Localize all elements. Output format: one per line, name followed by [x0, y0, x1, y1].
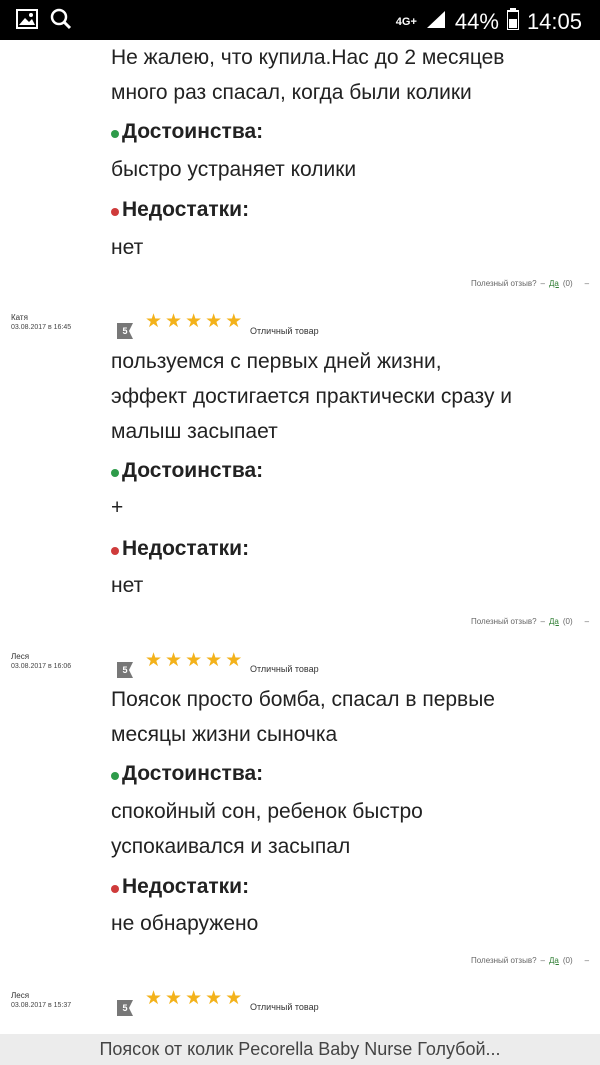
rating-stars: ★ ★ ★ ★ ★ — [145, 988, 243, 1009]
cons-text: нет — [111, 236, 144, 259]
pros-heading: Достоинства: — [111, 762, 263, 786]
image-icon — [16, 9, 38, 34]
star-icon: ★ — [165, 650, 183, 671]
rating-label: Отличный товар — [250, 326, 319, 336]
helpful-yes-link[interactable]: Да — [549, 279, 559, 288]
cons-dot-icon — [111, 207, 119, 216]
helpful-row: Полезный отзыв? – Да (0) – — [471, 956, 590, 965]
rating-label: Отличный товар — [250, 1002, 319, 1012]
star-icon: ★ — [145, 988, 163, 1009]
clock: 14:05 — [526, 9, 582, 34]
star-icon: ★ — [165, 988, 183, 1009]
helpful-yes-link[interactable]: Да — [549, 956, 559, 965]
rating-label: Отличный товар — [250, 664, 319, 674]
review-author: Катя 03.08.2017 в 16:45 — [11, 313, 72, 331]
pros-text: быстро устраняет колики — [111, 158, 357, 181]
battery-percent: 44% — [454, 9, 499, 34]
pros-heading: Достоинства: — [111, 459, 263, 483]
star-icon: ★ — [205, 988, 223, 1009]
pros-text: спокойный сон, ребенок быстро успокаивал… — [111, 800, 423, 858]
cons-dot-icon — [111, 884, 119, 893]
helpful-row: Полезный отзыв? – Да (0) – — [471, 279, 590, 288]
rating-badge: 5 — [117, 662, 133, 678]
star-icon: ★ — [205, 311, 223, 332]
pros-dot-icon — [111, 771, 119, 780]
rating-badge: 5 — [117, 1000, 133, 1016]
battery-icon — [505, 8, 520, 36]
pros-text: + — [111, 496, 124, 519]
helpful-row: Полезный отзыв? – Да (0) – — [471, 617, 590, 626]
star-icon: ★ — [205, 650, 223, 671]
search-icon[interactable] — [50, 8, 72, 35]
rating-stars: ★ ★ ★ ★ ★ — [145, 650, 243, 671]
rating-stars: ★ ★ ★ ★ ★ — [145, 311, 243, 332]
signal-icon — [425, 9, 447, 35]
pros-dot-icon — [111, 468, 119, 477]
review-text: Поясок просто бомба, спасал в первые мес… — [111, 688, 495, 746]
star-icon: ★ — [145, 311, 163, 332]
network-type: 4G+ — [395, 16, 417, 28]
cons-dot-icon — [111, 546, 119, 555]
product-title-bar[interactable]: Поясок от колик Pecorella Baby Nurse Гол… — [0, 1034, 600, 1065]
star-icon: ★ — [145, 650, 163, 671]
cons-text: нет — [111, 574, 144, 597]
pros-heading: Достоинства: — [111, 120, 263, 144]
pros-dot-icon — [111, 129, 119, 138]
star-icon: ★ — [185, 311, 203, 332]
cons-heading: Недостатки: — [111, 875, 249, 899]
star-icon: ★ — [225, 988, 243, 1009]
cons-text: не обнаружено — [111, 912, 259, 935]
cons-heading: Недостатки: — [111, 198, 249, 222]
star-icon: ★ — [185, 650, 203, 671]
status-bar: 4G+ 44% 14:05 — [0, 0, 600, 40]
cons-heading: Недостатки: — [111, 537, 249, 561]
star-icon: ★ — [165, 311, 183, 332]
star-icon: ★ — [185, 988, 203, 1009]
rating-badge: 5 — [117, 323, 133, 339]
review-author: Леся 03.08.2017 в 15:37 — [11, 991, 72, 1009]
star-icon: ★ — [225, 311, 243, 332]
review-text: пользуемся с первых дней жизни, эффект д… — [111, 350, 513, 443]
helpful-yes-link[interactable]: Да — [549, 617, 559, 626]
product-title: Поясок от колик Pecorella Baby Nurse Гол… — [99, 1039, 501, 1059]
review-text: Не жалею, что купила.Нас до 2 месяцев мн… — [111, 46, 505, 104]
reviews-list[interactable]: Не жалею, что купила.Нас до 2 месяцев мн… — [0, 40, 600, 1034]
star-icon: ★ — [225, 650, 243, 671]
review-author: Леся 03.08.2017 в 16:06 — [11, 652, 72, 670]
